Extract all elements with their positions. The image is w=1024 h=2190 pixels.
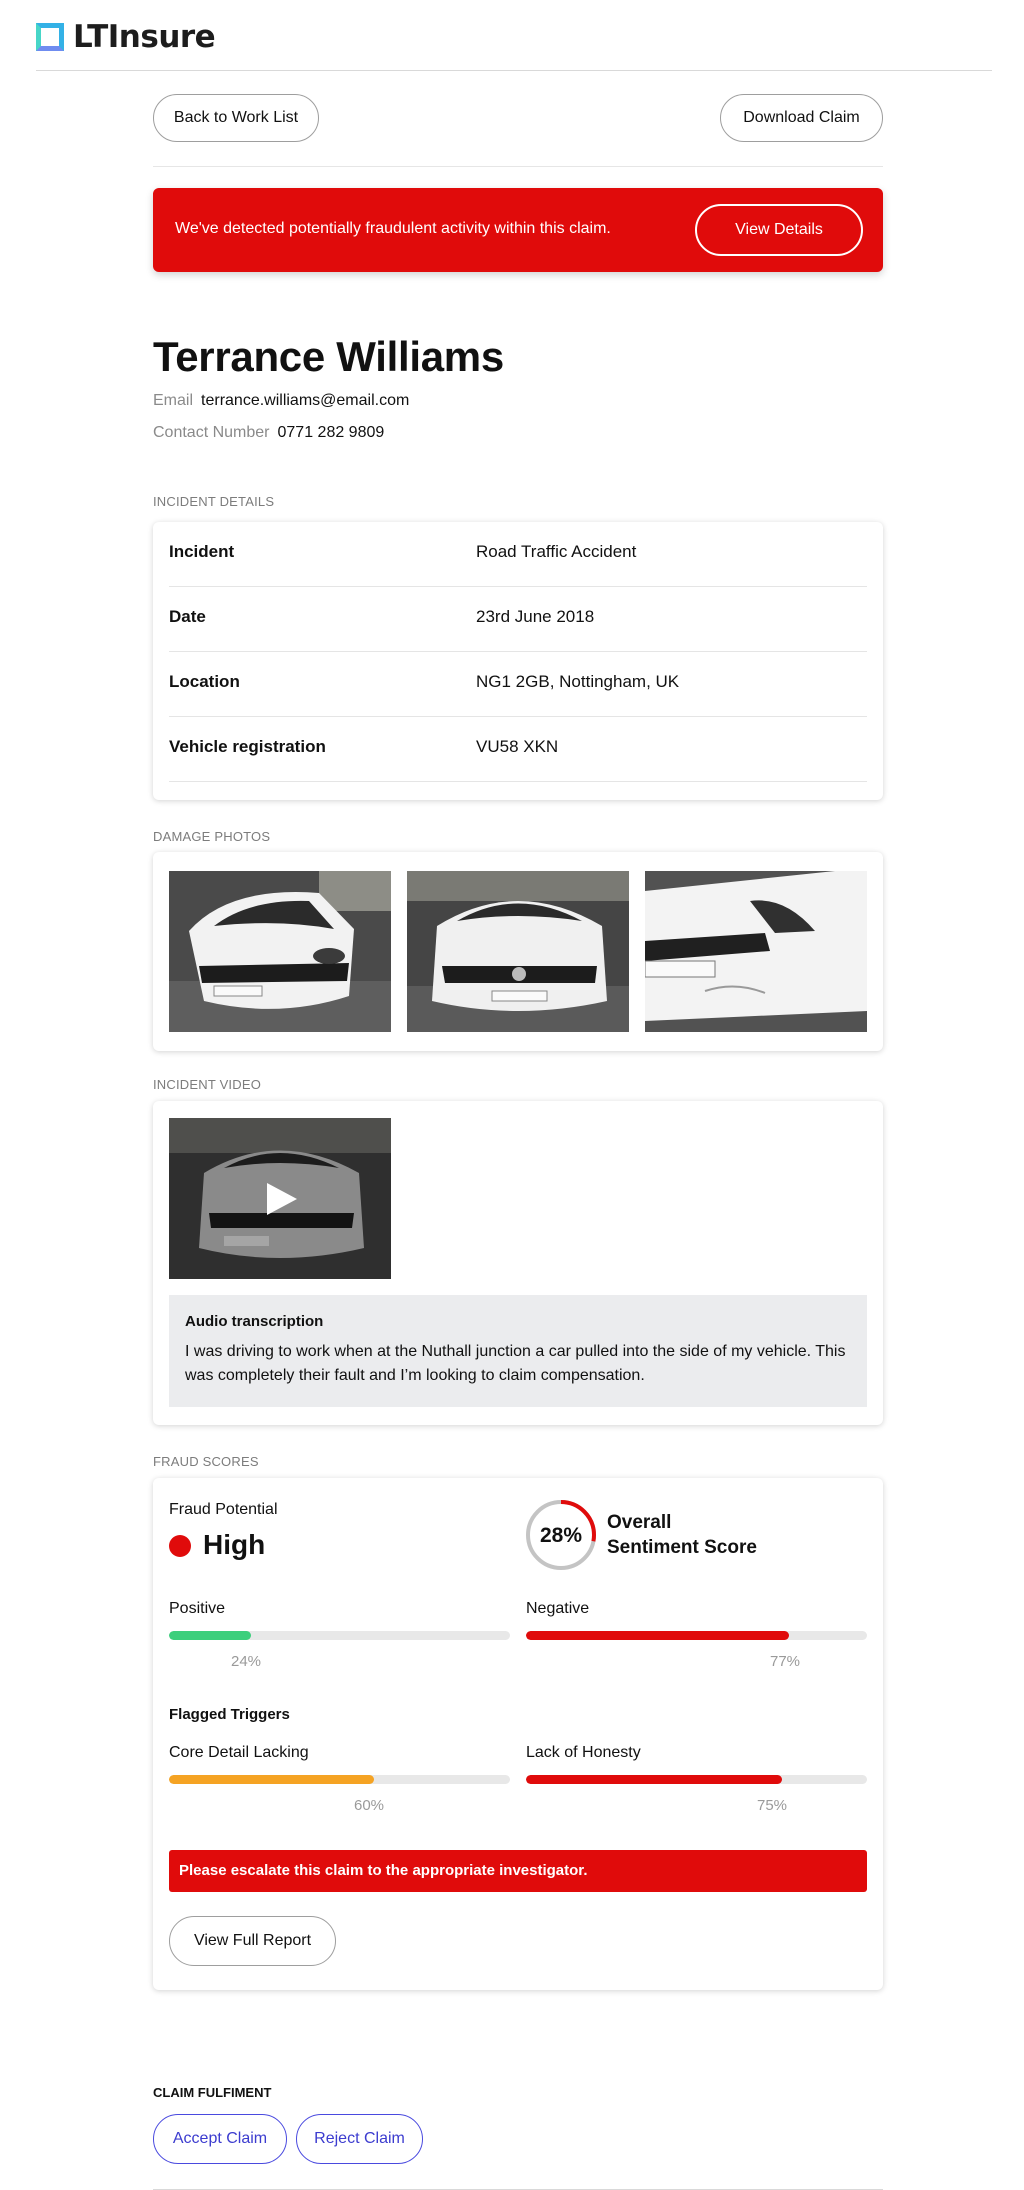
fraud-potential-label: Fraud Potential [169,1501,278,1518]
app-header: LTInsure [36,0,992,71]
car-side-damage-image [645,871,867,1032]
view-details-button[interactable]: View Details [695,204,863,256]
incident-row-label: Vehicle registration [169,737,326,756]
square-logo-icon [36,23,64,51]
honesty-label: Lack of Honesty [526,1744,641,1761]
damage-photo-3[interactable] [645,871,867,1032]
incident-video-player[interactable] [169,1118,391,1279]
fraud-potential-value: High [203,1529,266,1560]
claimant-phone: Contact Number 0771 282 9809 [153,424,384,442]
incident-video-card: Audio transcription I was driving to wor… [153,1101,883,1425]
escalate-warning: Please escalate this claim to the approp… [169,1850,867,1892]
negative-label: Negative [526,1600,590,1617]
claimant-name: Terrance Williams [153,333,504,380]
negative-bar-fill [526,1631,789,1640]
fraud-scores-card: Fraud Potential High 28% Overall Sentime… [153,1478,883,1990]
flagged-triggers-title: Flagged Triggers [169,1706,290,1723]
core-detail-percent: 60% [354,1797,385,1814]
view-full-report-button[interactable]: View Full Report [169,1916,336,1966]
positive-label: Positive [169,1600,226,1617]
play-icon[interactable] [265,1181,299,1217]
honesty-bar-fill [526,1775,782,1784]
damage-photo-1[interactable] [169,871,391,1032]
sentiment-title-line1: Overall [607,1512,672,1533]
claimant-email: Email terrance.williams@email.com [153,392,409,410]
fraud-scores-heading: FRAUD SCORES [153,1454,259,1469]
damage-photos-heading: DAMAGE PHOTOS [153,829,271,844]
fraud-alert-message: We've detected potentially fraudulent ac… [175,220,611,237]
incident-video-heading: INCIDENT VIDEO [153,1077,262,1092]
download-claim-button[interactable]: Download Claim [720,94,883,142]
incident-row-value: NG1 2GB, Nottingham, UK [476,672,680,691]
car-front-image [407,871,629,1032]
negative-bar [526,1631,867,1640]
reject-claim-button[interactable]: Reject Claim [296,2114,423,2164]
incident-row-date: Date 23rd June 2018 [169,587,867,652]
email-value[interactable]: terrance.williams@email.com [201,392,409,409]
incident-row-label: Location [169,672,240,691]
incident-row-location: Location NG1 2GB, Nottingham, UK [169,652,867,717]
sentiment-score-title: Overall Sentiment Score [607,1510,757,1560]
positive-percent: 24% [231,1653,262,1670]
incident-row-incident: Incident Road Traffic Accident [169,522,867,587]
incident-details-card: Incident Road Traffic Accident Date 23rd… [153,522,883,800]
claim-fulfilment-heading: CLAIM FULFIMENT [153,2085,272,2100]
fraud-alert-banner: We've detected potentially fraudulent ac… [153,188,883,272]
sentiment-score-value: 28% [540,1524,582,1547]
core-detail-label: Core Detail Lacking [169,1744,309,1761]
sentiment-score-gauge: 28% [526,1500,596,1570]
honesty-percent: 75% [757,1797,788,1814]
damage-photos-card [153,852,883,1051]
audio-transcription-title: Audio transcription [185,1313,324,1330]
incident-row-label: Date [169,607,206,626]
incident-details-heading: INCIDENT DETAILS [153,494,275,509]
car-front-left-image [169,871,391,1032]
incident-row-value: Road Traffic Accident [476,542,637,561]
phone-label: Contact Number [153,424,270,441]
audio-transcription-text: I was driving to work when at the Nuthal… [185,1343,846,1384]
phone-value: 0771 282 9809 [277,424,385,441]
core-detail-bar-fill [169,1775,374,1784]
brand-logo[interactable]: LTInsure [36,19,216,55]
sentiment-title-line2: Sentiment Score [607,1537,757,1558]
claim-page: Back to Work List Download Claim We've d… [153,70,883,2190]
claim-toolbar: Back to Work List Download Claim [153,70,883,167]
positive-bar [169,1631,510,1640]
damage-photo-2[interactable] [407,871,629,1032]
incident-row-vehicle-registration: Vehicle registration VU58 XKN [169,717,867,782]
audio-transcription-panel: Audio transcription I was driving to wor… [169,1295,867,1407]
core-detail-bar [169,1775,510,1784]
email-label: Email [153,392,194,409]
honesty-bar [526,1775,867,1784]
incident-row-value: 23rd June 2018 [476,607,595,626]
incident-row-label: Incident [169,542,235,561]
brand-name: LTInsure [73,19,216,55]
fraud-level-indicator-icon [169,1535,191,1557]
negative-percent: 77% [770,1653,801,1670]
back-to-work-list-button[interactable]: Back to Work List [153,94,319,142]
incident-row-value: VU58 XKN [476,737,559,756]
accept-claim-button[interactable]: Accept Claim [153,2114,287,2164]
positive-bar-fill [169,1631,251,1640]
